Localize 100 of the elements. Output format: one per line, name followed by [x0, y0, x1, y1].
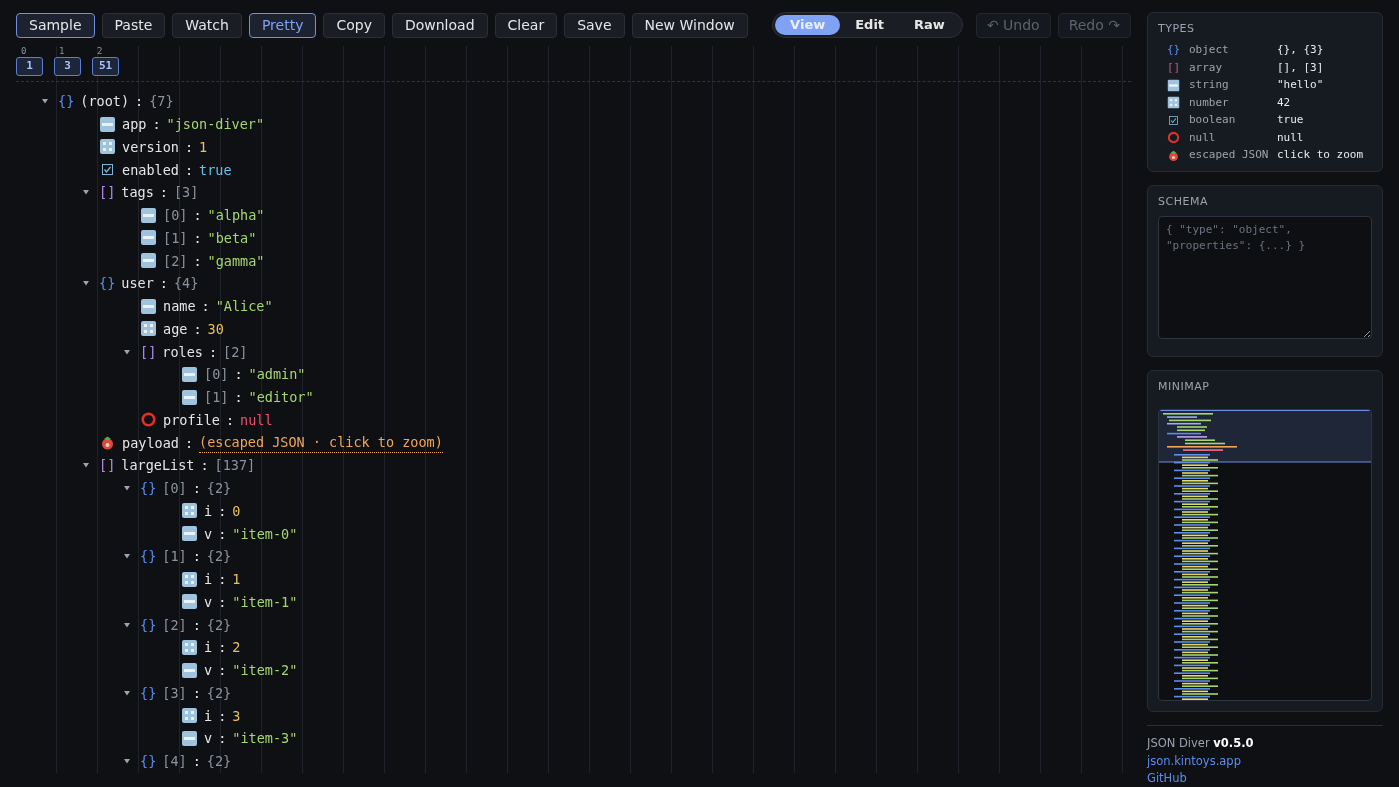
caret-icon[interactable]	[123, 347, 131, 356]
depth-index: 2	[96, 46, 103, 57]
separator: :	[192, 479, 201, 498]
node-value: "item-1"	[232, 592, 298, 612]
node-key[interactable]: v	[204, 660, 213, 681]
footer-link[interactable]: GitHub	[1147, 770, 1187, 787]
caret-icon[interactable]	[123, 620, 131, 629]
caret-icon[interactable]	[123, 688, 131, 697]
depth-button[interactable]: 3	[54, 57, 81, 76]
bracket-glyph: {}	[1166, 42, 1181, 58]
child-count: [3]	[173, 183, 199, 203]
bracket-glyph: []	[99, 183, 116, 203]
toolbar-button[interactable]: Clear	[494, 12, 558, 38]
caret-icon[interactable]	[123, 757, 131, 766]
numbers-icon	[182, 571, 197, 587]
node-key[interactable]: app	[122, 114, 147, 135]
bracket-glyph: []	[99, 456, 116, 476]
toolbar-button[interactable]: Download	[391, 12, 488, 38]
toolbar-button[interactable]: Sample	[16, 12, 95, 38]
node-value: "item-2"	[232, 661, 298, 680]
separator: :	[218, 501, 227, 521]
separator: :	[193, 251, 202, 271]
caret-icon[interactable]	[123, 552, 131, 561]
node-key[interactable]: [1]	[204, 387, 229, 408]
separator: :	[159, 183, 168, 203]
node-key[interactable]: enabled	[122, 159, 179, 180]
type-name: array	[1189, 59, 1224, 76]
bracket-glyph: {}	[58, 92, 75, 112]
bracket-glyph: {}	[140, 547, 157, 567]
numbers-icon	[100, 139, 115, 155]
node-key[interactable]: [0]	[204, 364, 229, 385]
type-name: escaped JSON	[1189, 147, 1270, 163]
separator: :	[200, 456, 209, 476]
node-key[interactable]: i	[204, 569, 213, 590]
toolbar-button[interactable]: Save	[564, 12, 625, 38]
toolbar-button[interactable]: Watch	[172, 12, 242, 38]
ring-icon	[1167, 131, 1180, 144]
schema-field[interactable]: { "type": "object", "properties": {...} }	[1158, 215, 1372, 339]
node-key[interactable]: [0]	[163, 205, 188, 226]
separator: :	[192, 752, 201, 771]
node-key[interactable]: payload	[122, 432, 179, 453]
separator: :	[159, 274, 168, 294]
toolbar-button[interactable]: Pretty	[248, 12, 317, 38]
node-key[interactable]: [2]	[162, 614, 187, 635]
child-count: {2}	[206, 683, 232, 703]
node-value[interactable]: (escaped JSON · click to zoom)	[199, 432, 443, 454]
node-key[interactable]: age	[163, 318, 188, 339]
node-key[interactable]: [0]	[162, 478, 187, 499]
numbers-icon	[141, 321, 156, 337]
node-key[interactable]: v	[204, 523, 213, 544]
node-value: "json-diver"	[166, 115, 265, 134]
node-key[interactable]: [1]	[163, 227, 188, 248]
node-key[interactable]: name	[163, 296, 196, 317]
separator: :	[192, 547, 201, 567]
abc-icon	[182, 366, 197, 382]
caret-icon[interactable]	[82, 279, 90, 288]
node-key[interactable]: profile	[163, 409, 220, 430]
node-value: "editor"	[248, 388, 314, 407]
minimap-drawing[interactable]	[1159, 410, 1371, 700]
caret-icon[interactable]	[82, 461, 90, 470]
type-example: "hello"	[1277, 77, 1324, 93]
caret-icon[interactable]	[41, 97, 49, 106]
mode-tab[interactable]: Raw	[899, 15, 960, 35]
separator: :	[193, 206, 202, 225]
node-key[interactable]: largeList	[121, 455, 195, 476]
caret-icon[interactable]	[82, 188, 90, 197]
node-key[interactable]: [2]	[163, 250, 188, 271]
node-value: null	[240, 410, 273, 430]
node-key[interactable]: v	[204, 591, 213, 612]
node-key[interactable]: user	[121, 273, 154, 294]
toolbar-button[interactable]: New Window	[631, 12, 748, 38]
depth-button[interactable]: 51	[92, 57, 119, 76]
ring-icon	[141, 412, 156, 428]
node-key[interactable]: [4]	[162, 751, 187, 772]
depth-button[interactable]: 1	[16, 57, 43, 76]
toolbar-button[interactable]: Paste	[101, 12, 166, 38]
toolbar-button[interactable]: Copy	[323, 12, 385, 38]
node-key[interactable]: i	[204, 705, 213, 726]
child-count: {2}	[206, 547, 232, 567]
panel-title: SCHEMA	[1158, 194, 1209, 210]
node-key[interactable]: roles	[162, 341, 203, 362]
separator: :	[184, 137, 194, 157]
node-key[interactable]: i	[204, 500, 213, 521]
node-key[interactable]: [1]	[162, 546, 187, 567]
child-count: {2}	[206, 752, 232, 771]
bracket-glyph: {}	[140, 479, 157, 498]
caret-icon[interactable]	[123, 484, 131, 493]
separator: :	[218, 729, 227, 749]
mode-tab[interactable]: Edit	[840, 15, 900, 35]
node-key[interactable]: [3]	[162, 682, 187, 703]
node-key[interactable]: i	[204, 637, 213, 658]
node-key[interactable]: version	[122, 136, 179, 157]
footer-link[interactable]: json.kintoys.app	[1147, 752, 1241, 770]
type-example: true	[1277, 112, 1304, 128]
abc-icon	[182, 389, 197, 405]
checkbox-icon	[1169, 115, 1178, 125]
node-key[interactable]: v	[204, 728, 213, 749]
tomato-icon	[100, 435, 115, 451]
node-key[interactable]: tags	[121, 182, 154, 203]
node-key[interactable]: (root)	[80, 91, 130, 112]
